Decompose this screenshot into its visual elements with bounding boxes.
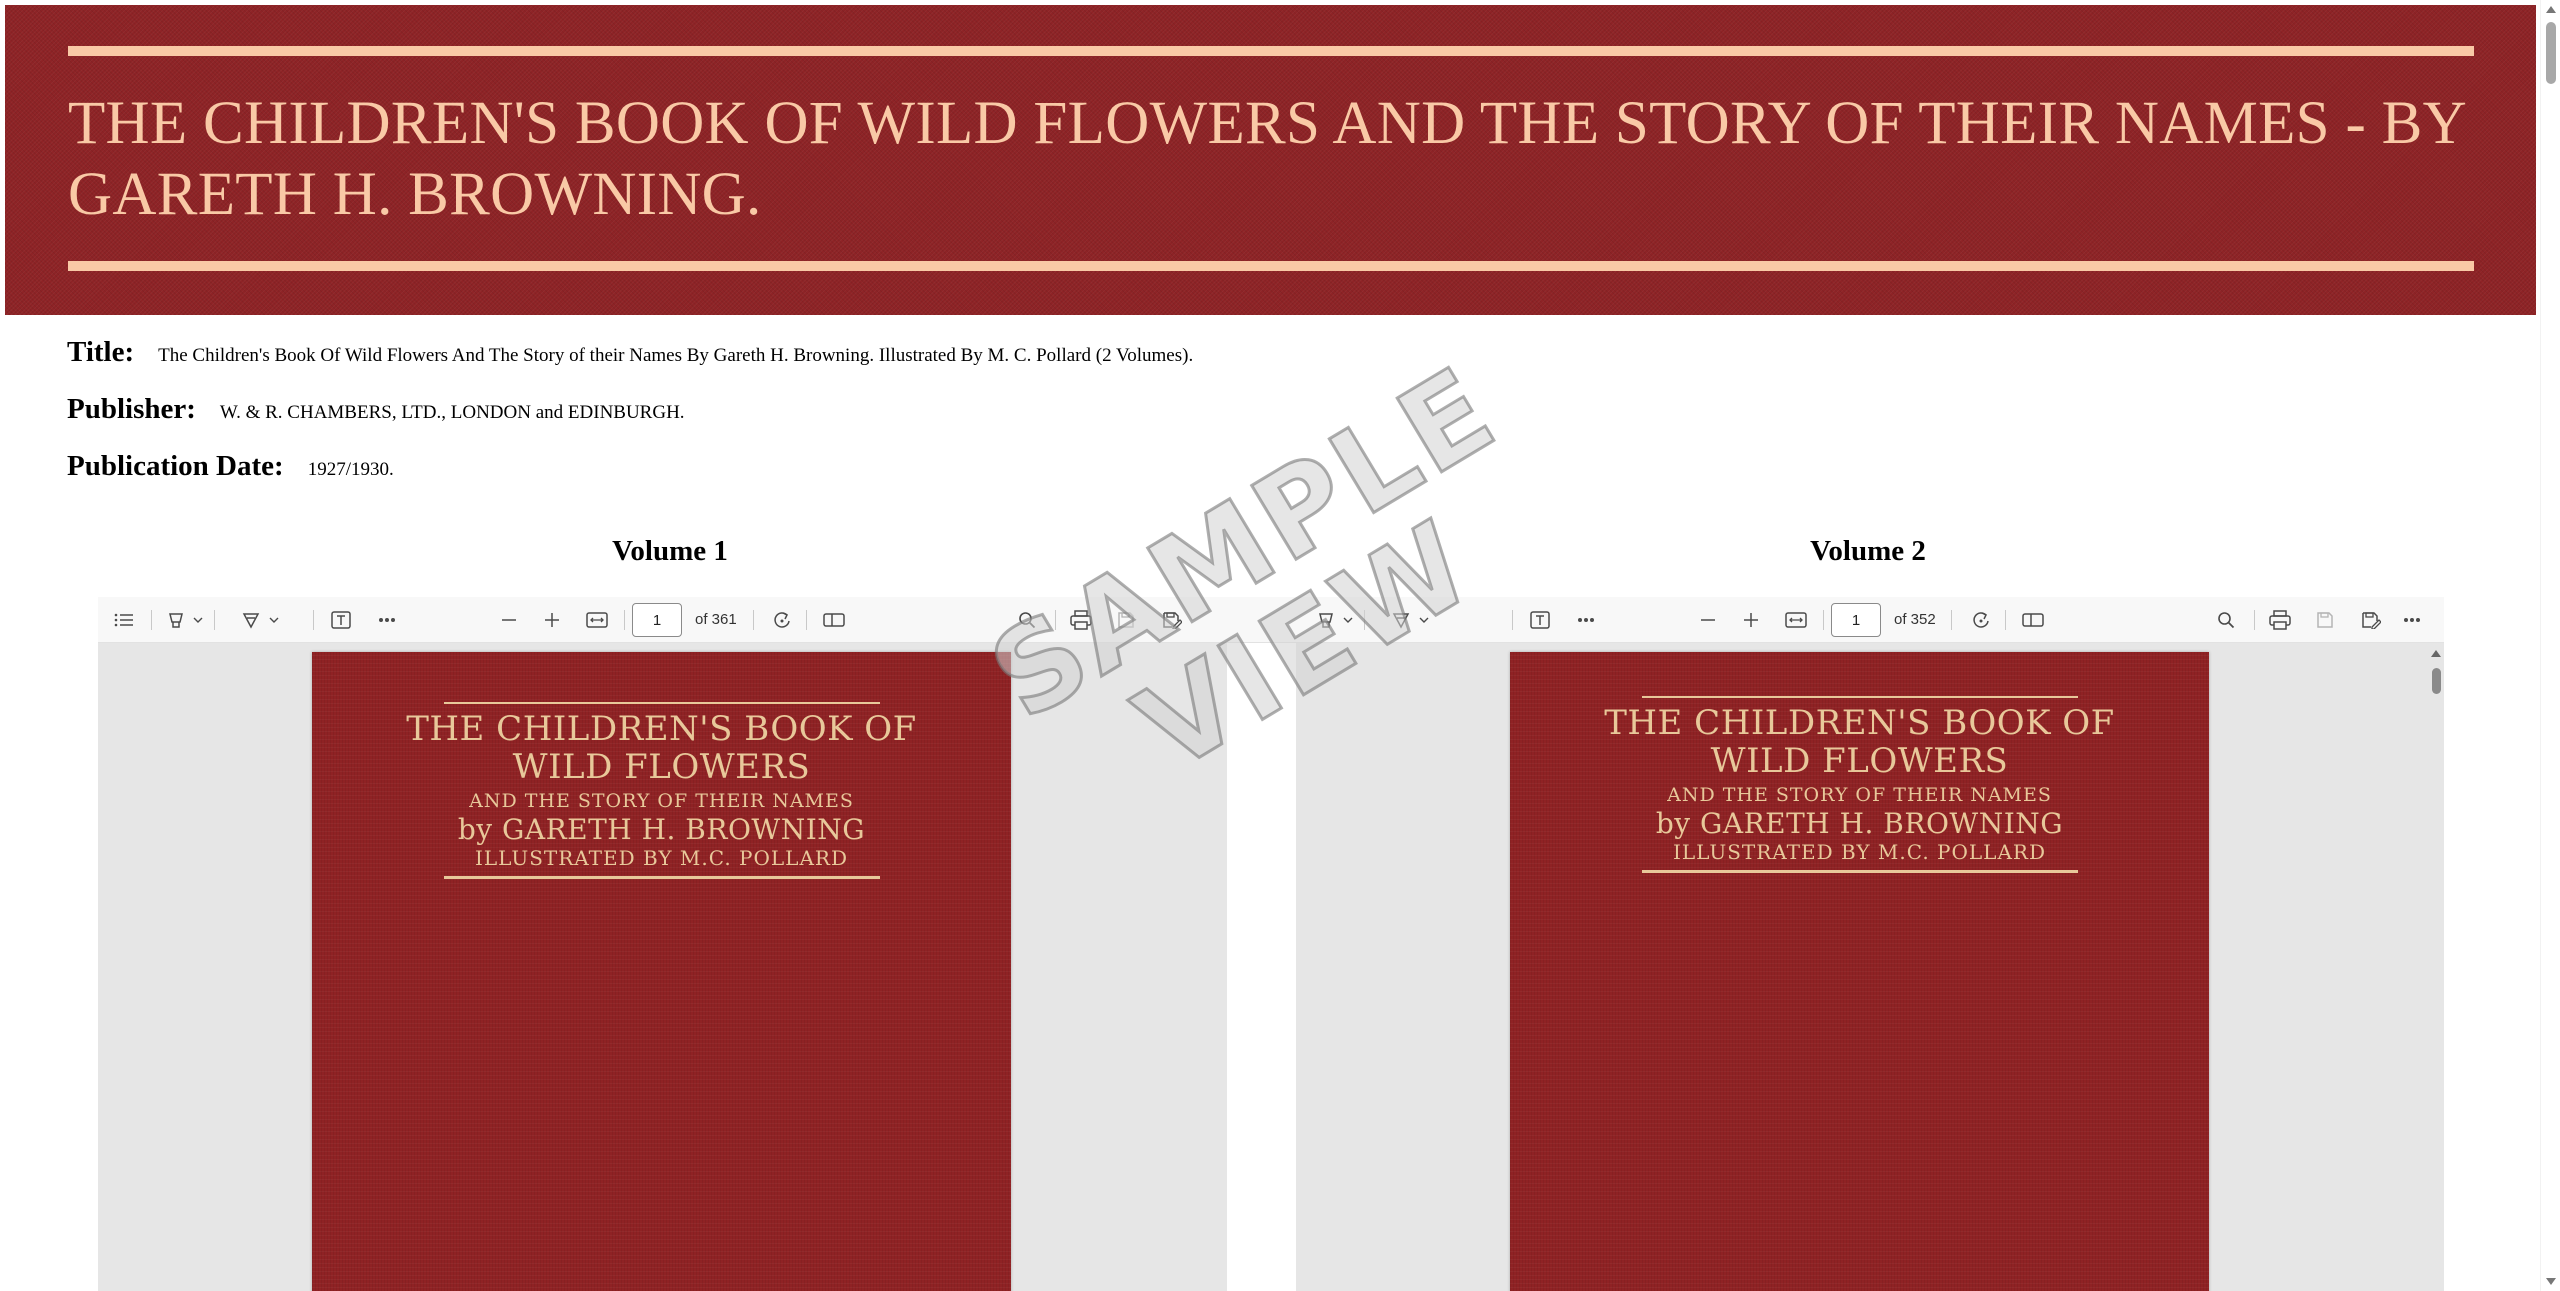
toolbar-separator <box>1951 610 1952 630</box>
cover-title-block: THE CHILDREN'S BOOK OF WILD FLOWERS AND … <box>1510 696 2209 873</box>
meta-publisher-label: Publisher: <box>67 393 196 425</box>
page-scrollbar[interactable] <box>2540 0 2560 1291</box>
cover-line-5: ILLUSTRATED BY M.C. POLLARD <box>474 846 848 870</box>
viewer-gutter <box>1227 643 1296 1291</box>
draw-dropdown-chevron-down-icon[interactable] <box>1417 597 1431 643</box>
meta-title-value: The Children's Book Of Wild Flowers And … <box>158 345 1194 366</box>
page-number-input[interactable] <box>632 603 682 637</box>
rotate-icon[interactable] <box>1969 597 1993 643</box>
zoom-in-icon[interactable] <box>1739 597 1763 643</box>
toolbar-separator <box>1823 610 1824 630</box>
meta-date-label: Publication Date: <box>67 450 284 482</box>
pdf-document-area[interactable]: THE CHILDREN'S BOOK OF WILD FLOWERS AND … <box>1296 644 2444 1291</box>
cover-line-5: ILLUSTRATED BY M.C. POLLARD <box>1672 840 2046 864</box>
banner-bottom-rule <box>68 261 2474 271</box>
print-icon[interactable] <box>1068 597 1094 643</box>
contents-icon[interactable] <box>112 597 136 643</box>
highlight-dropdown-chevron-down-icon[interactable] <box>1341 597 1355 643</box>
scroll-down-arrow-icon[interactable] <box>2546 1278 2556 1285</box>
save-icon[interactable] <box>1114 597 1138 643</box>
scroll-up-arrow-icon[interactable] <box>2546 6 2556 13</box>
highlight-dropdown-chevron-down-icon[interactable] <box>191 597 205 643</box>
cover-line-1: THE CHILDREN'S BOOK OF <box>1604 703 2115 743</box>
cover-title-block: THE CHILDREN'S BOOK OF WILD FLOWERS AND … <box>312 702 1011 879</box>
cover-bottom-line <box>1641 870 2078 873</box>
print-icon[interactable] <box>2267 597 2293 643</box>
page-count: of 361 <box>695 611 737 628</box>
cover-bottom-line <box>443 876 880 879</box>
page-number-input[interactable] <box>1831 603 1881 637</box>
save-as-icon[interactable] <box>1160 597 1184 643</box>
search-icon[interactable] <box>1015 597 1039 643</box>
toolbar-separator <box>2254 610 2255 630</box>
pdf-scroll-thumb[interactable] <box>2432 668 2441 694</box>
cover-line-2: WILD FLOWERS <box>512 747 811 787</box>
highlight-icon[interactable] <box>1314 597 1338 643</box>
toolbar-separator <box>1055 610 1056 630</box>
fit-width-icon[interactable] <box>584 597 610 643</box>
meta-publisher-row: Publisher: W. & R. CHAMBERS, LTD., LONDO… <box>67 393 685 426</box>
pdf-toolbar: of 361 <box>98 597 1313 643</box>
cover-line-3: AND THE STORY OF THEIR NAMES <box>1667 784 2052 806</box>
toolbar-separator <box>624 610 625 630</box>
toolbar-separator <box>313 610 314 630</box>
pdf-document-area[interactable]: THE CHILDREN'S BOOK OF WILD FLOWERS AND … <box>98 644 1313 1291</box>
meta-date-row: Publication Date: 1927/1930. <box>67 450 394 483</box>
pdf-viewer-volume-1[interactable]: of 361 THE CHILDREN'S BOOK OF WILD FLOW <box>98 597 1313 1291</box>
title-banner: THE CHILDREN'S BOOK OF WILD FLOWERS AND … <box>5 5 2536 315</box>
zoom-out-icon[interactable] <box>1696 597 1720 643</box>
volume-2-heading: Volume 2 <box>1810 535 1926 567</box>
cover-line-1: THE CHILDREN'S BOOK OF <box>406 709 917 749</box>
cover-line-4: by GARETH H. BROWNING <box>1655 807 2064 840</box>
text-icon[interactable] <box>329 597 353 643</box>
banner-title: THE CHILDREN'S BOOK OF WILD FLOWERS AND … <box>68 90 2465 228</box>
toolbar-separator <box>151 610 152 630</box>
draw-dropdown-chevron-down-icon[interactable] <box>267 597 281 643</box>
toolbar-separator <box>1364 610 1365 630</box>
fit-width-icon[interactable] <box>1783 597 1809 643</box>
rotate-icon[interactable] <box>770 597 794 643</box>
volume-1-heading: Volume 1 <box>612 535 728 567</box>
save-icon[interactable] <box>2313 597 2337 643</box>
banner-top-rule <box>68 46 2474 56</box>
zoom-in-icon[interactable] <box>540 597 564 643</box>
page-view-icon[interactable] <box>2021 597 2045 643</box>
meta-publisher-value: W. & R. CHAMBERS, LTD., LONDON and EDINB… <box>219 402 685 423</box>
cover-top-line <box>443 702 880 704</box>
text-icon[interactable] <box>1528 597 1552 643</box>
toolbar-separator <box>2005 610 2006 630</box>
cover-line-3: AND THE STORY OF THEIR NAMES <box>469 790 854 812</box>
search-icon[interactable] <box>2214 597 2238 643</box>
draw-icon[interactable] <box>1389 597 1413 643</box>
zoom-out-icon[interactable] <box>497 597 521 643</box>
draw-icon[interactable] <box>239 597 263 643</box>
more-icon[interactable] <box>1574 597 1598 643</box>
cover-line-4: by GARETH H. BROWNING <box>457 813 866 846</box>
meta-title-row: Title: The Children's Book Of Wild Flowe… <box>67 336 1193 369</box>
pdf-viewer-volume-2[interactable]: of 352 THE CHILDREN'S BOOK OF <box>1296 597 2444 1291</box>
page-view-icon[interactable] <box>822 597 846 643</box>
save-as-icon[interactable] <box>2359 597 2383 643</box>
cover-top-line <box>1641 696 2078 698</box>
cover-line-2: WILD FLOWERS <box>1710 741 2009 781</box>
pdf-scrollbar[interactable] <box>2428 644 2444 1291</box>
meta-date-value: 1927/1930. <box>307 459 394 480</box>
toolbar-separator <box>214 610 215 630</box>
page-scroll-thumb[interactable] <box>2546 22 2556 84</box>
toolbar-separator <box>806 610 807 630</box>
pdf-toolbar: of 352 <box>1296 597 2444 643</box>
book-cover-page: THE CHILDREN'S BOOK OF WILD FLOWERS AND … <box>312 652 1011 1291</box>
book-cover-page: THE CHILDREN'S BOOK OF WILD FLOWERS AND … <box>1510 652 2209 1291</box>
highlight-icon[interactable] <box>164 597 188 643</box>
page-count: of 352 <box>1894 611 1936 628</box>
more-icon[interactable] <box>375 597 399 643</box>
toolbar-separator <box>1512 610 1513 630</box>
meta-title-label: Title: <box>67 336 135 368</box>
pdf-scroll-up-arrow-icon[interactable] <box>2431 650 2441 657</box>
more-icon[interactable] <box>2400 597 2424 643</box>
toolbar-separator <box>753 610 754 630</box>
